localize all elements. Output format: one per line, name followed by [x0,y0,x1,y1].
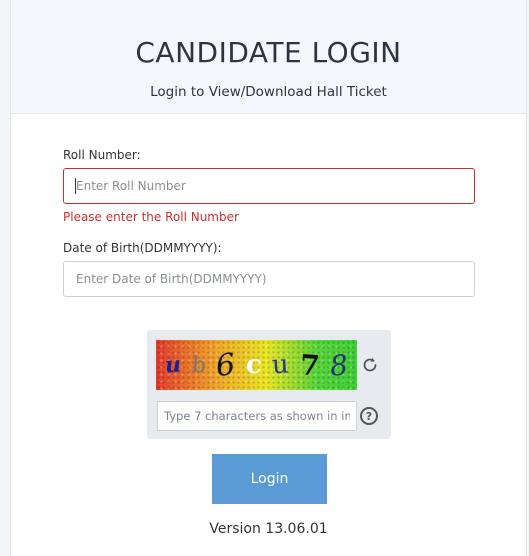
captcha-char: 7 [298,347,321,383]
help-icon[interactable]: ? [360,407,378,425]
captcha-char: u [271,349,291,381]
captcha-input[interactable] [157,401,357,431]
version-text: Version 13.06.01 [209,521,328,537]
captcha-char: 8 [328,347,350,383]
captcha-char: u [164,351,183,379]
refresh-icon [363,357,377,372]
roll-number-error: Please enter the Roll Number [63,210,239,224]
page-subtitle: Login to View/Download Hall Ticket [150,84,387,100]
captcha-panel: ub6cu78 ? [147,330,391,439]
login-button[interactable]: Login [212,454,327,504]
captcha-text: ub6cu78 [156,340,357,390]
roll-number-input[interactable] [63,168,475,204]
roll-number-label: Roll Number: [63,148,141,162]
login-header: CANDIDATE LOGIN Login to View/Download H… [11,0,526,114]
refresh-captcha-button[interactable] [359,354,381,376]
login-card: CANDIDATE LOGIN Login to View/Download H… [10,0,527,556]
captcha-image: ub6cu78 [156,340,357,390]
text-caret [75,178,76,194]
page-title: CANDIDATE LOGIN [135,36,402,69]
captcha-char: 6 [214,346,238,384]
dob-input[interactable] [63,261,475,297]
captcha-char: c [245,349,263,381]
captcha-char: b [191,352,207,378]
dob-label: Date of Birth(DDMMYYYY): [63,241,222,255]
